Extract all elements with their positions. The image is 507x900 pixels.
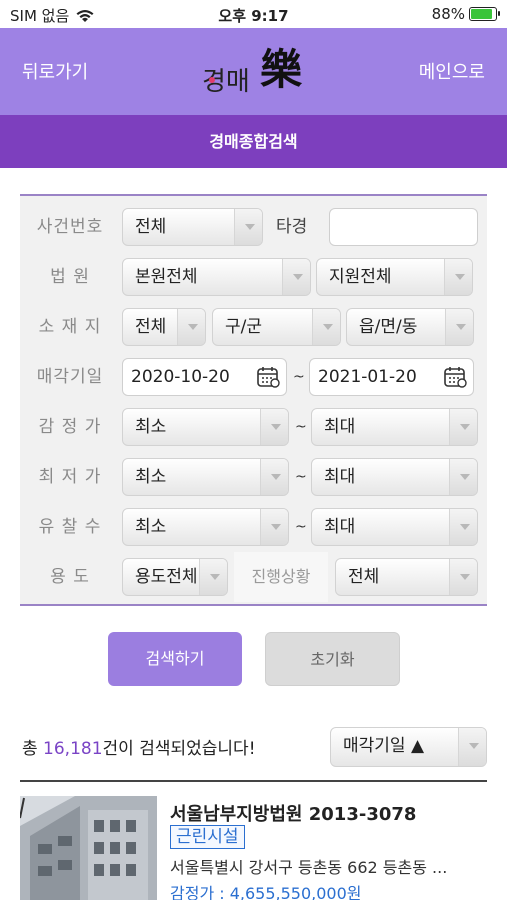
property-thumbnail bbox=[20, 796, 157, 900]
court-main-value: 본원전체 bbox=[135, 267, 198, 287]
usage-label: 용 도 bbox=[50, 567, 90, 587]
row-sale-date: 매각기일 2020-10-20 ~ 2021-01-20 bbox=[20, 352, 487, 402]
search-form: 사건번호 전체 타경 법 원 본원전체 지원전체 소 재 지 전체 구/군 읍/… bbox=[20, 194, 487, 606]
chevron-down-icon bbox=[282, 259, 310, 295]
result-count-suffix: 건이 검색되었습니다! bbox=[102, 739, 256, 759]
calendar-icon[interactable] bbox=[443, 365, 469, 389]
battery-percent: 88% bbox=[431, 5, 465, 23]
sort-select[interactable]: 매각기일 ▲ bbox=[330, 727, 487, 767]
chevron-down-icon bbox=[260, 459, 288, 495]
fail-count-separator: ~ bbox=[295, 519, 307, 535]
app-logo: 경매 樂 bbox=[202, 45, 303, 97]
chevron-down-icon bbox=[449, 459, 477, 495]
calendar-icon[interactable] bbox=[256, 365, 282, 389]
chevron-down-icon bbox=[260, 409, 288, 445]
dong-select[interactable]: 읍/면/동 bbox=[346, 308, 474, 346]
gugun-value: 구/군 bbox=[225, 317, 263, 337]
chevron-down-icon bbox=[458, 728, 486, 766]
result-count: 총 16,181건이 검색되었습니다! bbox=[22, 734, 256, 759]
page-title: 경매종합검색 bbox=[0, 115, 507, 168]
sale-date-to-input[interactable]: 2021-01-20 bbox=[309, 358, 474, 396]
min-price-label: 최 저 가 bbox=[38, 467, 102, 487]
court-branch-value: 지원전체 bbox=[329, 267, 392, 287]
row-appraisal: 감 정 가 최소 ~ 최대 bbox=[20, 402, 487, 452]
battery-icon bbox=[469, 7, 500, 21]
gugun-select[interactable]: 구/군 bbox=[212, 308, 341, 346]
sido-value: 전체 bbox=[135, 317, 167, 337]
result-appraisal: 감정가 : 4,655,550,000원 bbox=[170, 884, 362, 900]
chevron-down-icon bbox=[449, 409, 477, 445]
min-price-separator: ~ bbox=[295, 469, 307, 485]
fail-count-min-value: 최소 bbox=[135, 517, 167, 537]
min-price-min-select[interactable]: 최소 bbox=[122, 458, 289, 496]
date-range-separator: ~ bbox=[293, 369, 305, 385]
appraisal-min-value: 최소 bbox=[135, 417, 167, 437]
sale-date-label: 매각기일 bbox=[36, 367, 104, 387]
chevron-down-icon bbox=[449, 509, 477, 545]
appraisal-max-select[interactable]: 최대 bbox=[311, 408, 478, 446]
dong-value: 읍/면/동 bbox=[359, 317, 418, 337]
fail-count-label: 유 찰 수 bbox=[38, 517, 102, 537]
appraisal-max-value: 최대 bbox=[324, 417, 356, 437]
fail-count-min-select[interactable]: 최소 bbox=[122, 508, 289, 546]
case-number-input[interactable] bbox=[329, 208, 478, 246]
fail-count-max-select[interactable]: 최대 bbox=[311, 508, 478, 546]
chevron-down-icon bbox=[234, 209, 262, 245]
appraisal-min-select[interactable]: 최소 bbox=[122, 408, 289, 446]
status-filter-select[interactable]: 전체 bbox=[335, 558, 478, 596]
row-case-number: 사건번호 전체 타경 bbox=[20, 202, 487, 252]
sale-date-to-value: 2021-01-20 bbox=[318, 367, 417, 387]
chevron-down-icon bbox=[199, 559, 227, 595]
row-court: 법 원 본원전체 지원전체 bbox=[20, 252, 487, 302]
back-button[interactable]: 뒤로가기 bbox=[22, 58, 88, 84]
status-bar: SIM 없음 오후 9:17 88% bbox=[0, 0, 507, 28]
result-title[interactable]: 서울남부지방법원 2013-3078 bbox=[170, 800, 416, 826]
logo-text-b: 樂 bbox=[260, 45, 303, 94]
location-label: 소 재 지 bbox=[38, 317, 102, 337]
status-right: 88% bbox=[431, 5, 500, 23]
sale-date-from-input[interactable]: 2020-10-20 bbox=[122, 358, 287, 396]
case-year-select[interactable]: 전체 bbox=[122, 208, 263, 246]
chevron-down-icon bbox=[177, 309, 205, 345]
chevron-down-icon bbox=[312, 309, 340, 345]
status-filter-label: 진행상황 bbox=[234, 552, 328, 602]
min-price-max-select[interactable]: 최대 bbox=[311, 458, 478, 496]
appraisal-separator: ~ bbox=[295, 419, 307, 435]
sido-select[interactable]: 전체 bbox=[122, 308, 206, 346]
chevron-down-icon bbox=[260, 509, 288, 545]
case-number-label: 사건번호 bbox=[36, 217, 104, 237]
result-count-prefix: 총 bbox=[22, 739, 44, 759]
usage-value: 용도전체 bbox=[135, 567, 198, 587]
chevron-down-icon bbox=[449, 559, 477, 595]
min-price-min-value: 최소 bbox=[135, 467, 167, 487]
case-year-value: 전체 bbox=[135, 217, 167, 237]
reset-button[interactable]: 초기화 bbox=[265, 632, 400, 686]
status-filter-value: 전체 bbox=[348, 567, 380, 587]
result-count-number: 16,181 bbox=[43, 739, 103, 759]
usage-select[interactable]: 용도전체 bbox=[122, 558, 228, 596]
search-button[interactable]: 검색하기 bbox=[108, 632, 242, 686]
sort-value: 매각기일 ▲ bbox=[343, 736, 425, 756]
fail-count-max-value: 최대 bbox=[324, 517, 356, 537]
appraisal-label: 감 정 가 bbox=[38, 417, 102, 437]
court-main-select[interactable]: 본원전체 bbox=[122, 258, 311, 296]
row-location: 소 재 지 전체 구/군 읍/면/동 bbox=[20, 302, 487, 352]
property-type-badge: 근린시설 bbox=[170, 825, 245, 849]
min-price-max-value: 최대 bbox=[324, 467, 356, 487]
chevron-down-icon bbox=[445, 309, 473, 345]
court-label: 법 원 bbox=[50, 267, 90, 287]
results-divider bbox=[20, 780, 487, 782]
sale-date-from-value: 2020-10-20 bbox=[131, 367, 230, 387]
chevron-down-icon bbox=[444, 259, 472, 295]
row-fail-count: 유 찰 수 최소 ~ 최대 bbox=[20, 502, 487, 552]
logo-text-a: 경매 bbox=[202, 67, 250, 97]
row-usage: 용 도 용도전체 진행상황 전체 bbox=[20, 552, 487, 602]
case-type-label: 타경 bbox=[276, 217, 308, 237]
list-item[interactable]: 서울남부지방법원 2013-3078 근린시설 서울특별시 강서구 등촌동 66… bbox=[20, 796, 487, 900]
row-min-price: 최 저 가 최소 ~ 최대 bbox=[20, 452, 487, 502]
home-button[interactable]: 메인으로 bbox=[419, 58, 485, 84]
app-header: 뒤로가기 경매 樂 메인으로 bbox=[0, 28, 507, 115]
court-branch-select[interactable]: 지원전체 bbox=[316, 258, 473, 296]
result-address: 서울특별시 강서구 등촌동 662 등촌동 ... bbox=[170, 858, 448, 877]
